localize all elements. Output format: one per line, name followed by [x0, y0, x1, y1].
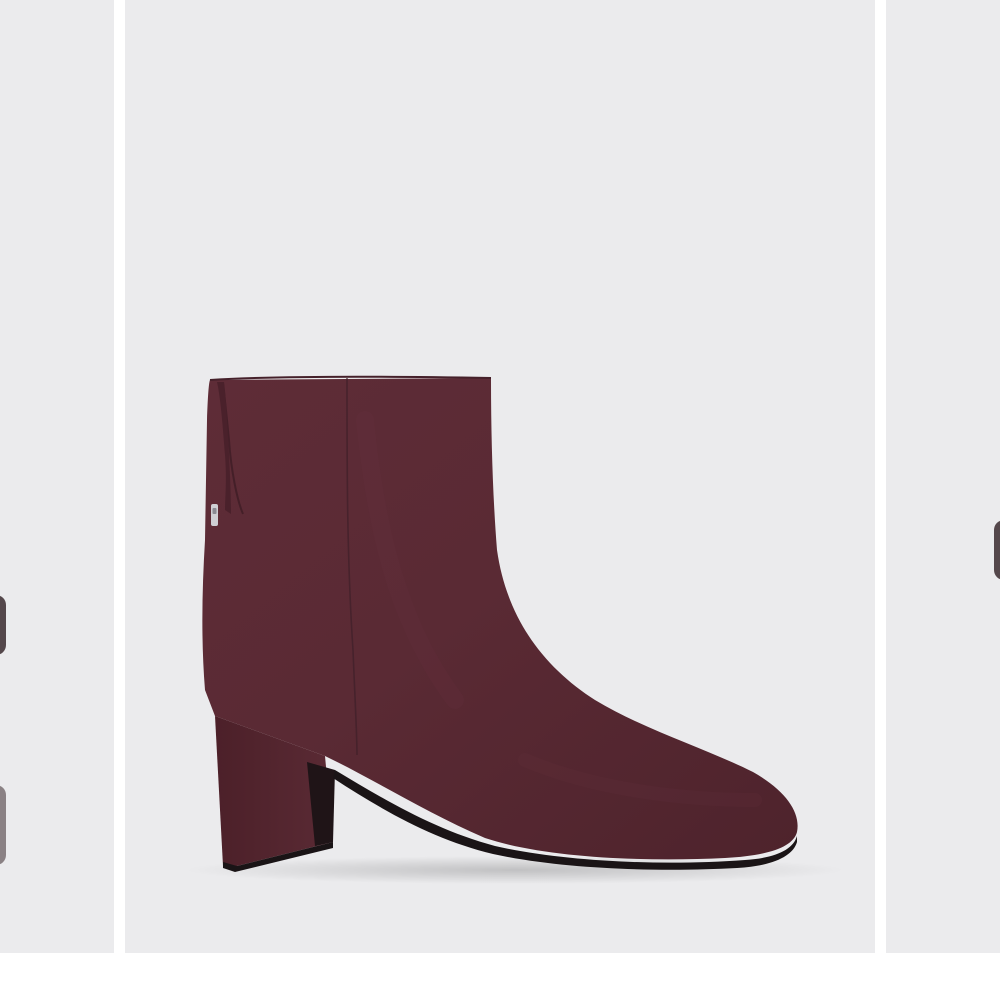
- product-image-carousel[interactable]: [0, 0, 1000, 1000]
- previous-product-image-fragment: [0, 595, 6, 655]
- previous-product-image-fragment-lower: [0, 785, 6, 865]
- previous-slide-peek[interactable]: [0, 0, 114, 953]
- next-product-image-fragment: [994, 520, 1000, 580]
- current-slide: [125, 0, 875, 953]
- zipper-pull: [211, 504, 218, 526]
- ankle-boot-product-image[interactable]: [125, 0, 875, 953]
- next-slide-peek[interactable]: [886, 0, 1000, 953]
